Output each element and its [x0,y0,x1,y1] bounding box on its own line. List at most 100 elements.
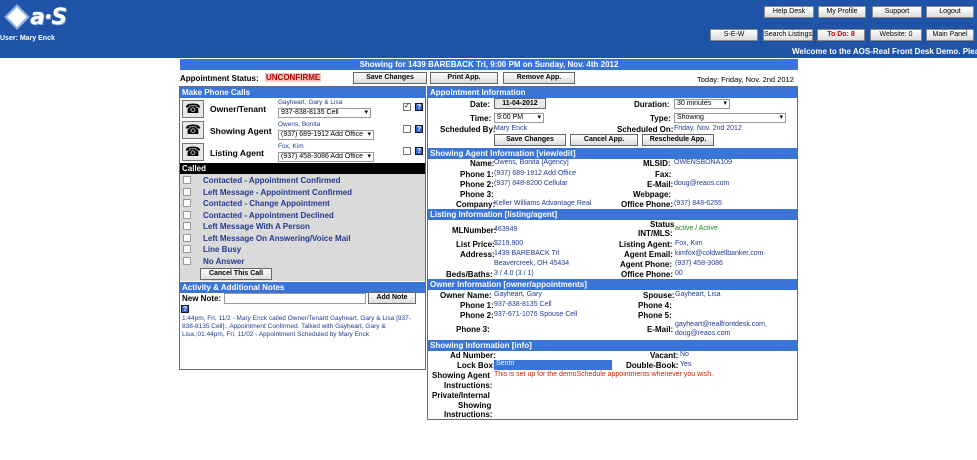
beds-baths-label: Beds/Baths: [446,270,493,279]
search-listings-button[interactable]: Search Listings [763,29,813,41]
called-option[interactable]: Contacted - Appointment Declined [203,211,334,220]
phone-owner-icon[interactable]: ☎ [182,100,204,118]
logout-button[interactable]: Logout [926,6,974,18]
print-app-button[interactable]: Print App. [430,72,498,84]
type-label: Type: [650,114,671,123]
called-option-checkbox[interactable] [183,245,191,253]
sa-email-label: E-Mail: [647,180,674,189]
appointment-status-value: UNCONFIRME [265,73,322,82]
duration-select[interactable]: 30 minutes [674,99,730,109]
owner-info-header[interactable]: Owner Information [owner/appointments] [428,279,797,290]
support-button[interactable]: Support [872,6,922,18]
sa-name-value: Owens, Bonita [Agency] [494,159,569,166]
called-option[interactable]: Left Message - Appointment Confirmed [203,188,352,197]
double-book-value: Yes [680,361,692,368]
cancel-this-call-button[interactable]: Cancel This Call [200,268,272,280]
date-label: Date: [470,100,491,109]
cancel-app-button[interactable]: Cancel App. [570,134,638,146]
phone-showing-agent-icon[interactable]: ☎ [182,121,204,139]
save-changes-button[interactable]: Save Changes [494,134,566,146]
agent-instructions-label-2: Instructions: [444,381,493,390]
listing-agent-help-icon[interactable]: ? [415,147,423,155]
time-select[interactable]: 9:00 PM [494,113,544,123]
welcome-message: Welcome to the AOS-Real Front Desk Demo.… [792,47,977,56]
save-changes-top-button[interactable]: Save Changes [353,72,427,84]
sa-fax-label: Fax: [655,170,672,179]
sew-button[interactable]: S-E-W [710,29,758,41]
vacant-label: Vacant: [650,351,679,360]
add-note-button[interactable]: Add Note [368,292,416,304]
showing-agent-help-icon[interactable]: ? [415,125,423,133]
ad-number-label: Ad Number: [450,351,496,360]
owner-name-label: Owner Name: [440,291,492,300]
agent-email-label: Agent Email: [624,250,673,259]
status-label: Status [650,220,675,229]
called-option-checkbox[interactable] [183,257,191,265]
sa-company-label: Company: [456,200,496,209]
showing-agent-called-checkbox[interactable] [403,125,411,133]
my-profile-button[interactable]: My Profile [818,6,866,18]
reschedule-app-button[interactable]: Reschedule App. [642,134,714,146]
phone-listing-agent-icon[interactable]: ☎ [182,143,204,161]
called-option[interactable]: Left Message With A Person [203,222,310,231]
listing-agent-phone-select[interactable]: (937) 458-3086 Add Office [278,152,374,162]
spouse-value: Gayheart, Lisa [675,291,721,298]
showing-agent-phone-select[interactable]: (937) 689-1912 Add Office [278,130,374,140]
listing-agent-value: Fox, Kim [675,240,703,247]
remove-app-button[interactable]: Remove App. [503,72,575,84]
activity-help-icon[interactable]: ? [181,305,189,313]
address-label: Address: [460,250,495,259]
listing-status-value: active / Active [675,225,718,232]
listing-office-phone-value: 00 [675,270,683,277]
activity-log: 1:44pm, Fri, 11/2 - Mary Enck called Own… [182,315,411,338]
listing-agent-label: Listing Agent [210,148,264,158]
owner-phone2-value: 937-671-1076 Spouse Cell [494,311,578,318]
new-note-input[interactable] [224,293,366,304]
to-do-button[interactable]: To Do: 8 [817,29,865,41]
owner-phone1-value: 937-838-8135 Cell [494,301,552,308]
called-option[interactable]: Left Message On Answering/Voice Mail [203,234,351,243]
showing-agent-info-header[interactable]: Showing Agent Information [view/edit] [428,148,797,159]
int-mls-label: INT/MLS: [638,229,673,238]
scheduled-by-value: Mary Enck [494,125,528,132]
lock-box-label: Lock Box: [457,361,496,370]
date-picker-button[interactable]: 11-04-2012 [494,98,546,109]
called-option-checkbox[interactable] [183,211,191,219]
called-option-checkbox[interactable] [183,176,191,184]
new-note-label: New Note: [182,294,222,303]
lock-box-value[interactable]: Sentri [494,360,612,370]
owner-called-checkbox[interactable]: ✓ [403,103,411,111]
called-option[interactable]: Line Busy [203,245,241,254]
owner-help-icon[interactable]: ? [415,103,423,111]
showing-info-header[interactable]: Showing Information [info] [428,340,797,351]
agent-instructions-value: This is set up for the demoSchedule appo… [494,371,714,378]
mlnumber-label: MLNumber: [452,226,497,235]
sa-phone1-value: (937) 689-1912 Add Office [494,170,576,177]
showing-agent-name: Owens, Bonita [278,121,321,128]
type-select[interactable]: Showing [674,113,786,123]
owner-phone1-label: Phone 1: [460,301,494,310]
aos-logo[interactable]: a·S [2,3,67,31]
sa-company-value: Keller Williams Advantage Real [494,200,592,207]
called-option[interactable]: Contacted - Change Appointment [203,199,330,208]
sa-mlsid-label: MLSID: [643,159,671,168]
owner-phone-select[interactable]: 937-838-8135 Cell [278,108,371,118]
called-option[interactable]: No Answer [203,257,245,266]
listing-agent-called-checkbox[interactable] [403,147,411,155]
main-panel-button[interactable]: Main Panel [926,29,974,41]
listing-info-header[interactable]: Listing Information [listing/agent] [428,209,797,220]
called-option-checkbox[interactable] [183,199,191,207]
owner-phone3-label: Phone 3: [456,325,490,334]
called-option-checkbox[interactable] [183,188,191,196]
called-option[interactable]: Contacted - Appointment Confirmed [203,176,340,185]
website-button[interactable]: Website: 0 [870,29,922,41]
listing-agent-name: Fox, Kim [278,143,304,150]
private-instructions-label-2: Showing [458,401,492,410]
called-option-checkbox[interactable] [183,222,191,230]
help-desk-button[interactable]: Help Desk [764,6,814,18]
scheduled-by-label: Scheduled By: [440,125,496,134]
address-line1: 1439 BAREBACK Trl [494,250,560,257]
list-price-value: $219,900 [494,240,524,247]
agent-instructions-label-1: Showing Agent [432,371,490,380]
called-option-checkbox[interactable] [183,234,191,242]
